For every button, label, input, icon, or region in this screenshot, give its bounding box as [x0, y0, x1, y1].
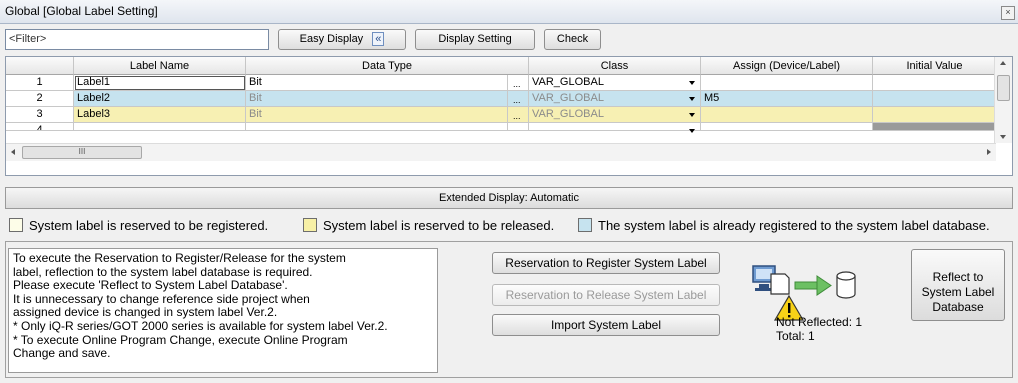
row-number: 4: [6, 123, 74, 131]
database-icon: [836, 271, 856, 299]
close-icon[interactable]: ×: [1001, 6, 1015, 20]
extended-display-bar[interactable]: Extended Display: Automatic: [5, 187, 1013, 209]
total-count: Total: 1: [776, 329, 815, 343]
legend-swatch-release: [303, 218, 317, 232]
cell-browse-button[interactable]: ...: [508, 107, 529, 123]
row-number: 3: [6, 107, 74, 123]
filter-input[interactable]: <Filter>: [5, 29, 269, 50]
message-line: * To execute Online Program Change, exec…: [13, 332, 348, 347]
release-system-label-button[interactable]: Reservation to Release System Label: [492, 284, 720, 306]
cell-class[interactable]: VAR_GLOBAL: [529, 107, 701, 123]
cell-browse-button[interactable]: [508, 123, 529, 131]
display-setting-button[interactable]: Display Setting: [415, 29, 535, 50]
dropdown-arrow-icon[interactable]: [689, 113, 695, 117]
easy-display-button[interactable]: Easy Display «: [278, 29, 406, 50]
cell-class[interactable]: VAR_GLOBAL: [529, 75, 701, 91]
message-line: * Only iQ-R series/GOT 2000 series is av…: [13, 318, 388, 333]
legend-swatch-registered: [578, 218, 592, 232]
cell-label-name[interactable]: Label2: [74, 91, 246, 107]
register-system-label-button[interactable]: Reservation to Register System Label: [492, 252, 720, 274]
column-header-assign[interactable]: Assign (Device/Label): [701, 57, 873, 75]
cell-browse-button[interactable]: ...: [508, 91, 529, 107]
horizontal-scrollbar[interactable]: III: [6, 143, 996, 161]
reflect-label-line: System Label: [921, 285, 995, 299]
collapse-chevron-icon: «: [372, 32, 385, 46]
column-header-label-name[interactable]: Label Name: [74, 57, 246, 75]
cell-assign[interactable]: [701, 75, 873, 91]
row-number: 1: [6, 75, 74, 91]
cell-initial-value[interactable]: [873, 91, 997, 107]
cell-initial-value[interactable]: [873, 75, 997, 91]
legend-registered: The system label is already registered t…: [578, 217, 990, 235]
cell-initial-value[interactable]: [873, 107, 997, 123]
message-line: To execute the Reservation to Register/R…: [13, 251, 346, 265]
document-icon: [770, 273, 790, 295]
dropdown-arrow-icon[interactable]: [689, 97, 695, 101]
legend-text-register: System label is reserved to be registere…: [29, 218, 269, 233]
message-line: Change and save.: [13, 346, 111, 361]
dropdown-arrow-icon[interactable]: [689, 129, 695, 133]
window-titlebar: Global [Global Label Setting] ×: [0, 0, 1018, 24]
reflect-label-line: Database: [932, 300, 984, 314]
arrow-right-icon: [794, 275, 832, 296]
legend-swatch-register: [9, 218, 23, 232]
legend-text-release: System label is reserved to be released.: [323, 218, 555, 233]
dropdown-arrow-icon[interactable]: [689, 81, 695, 85]
reflect-label-line: Reflect to: [932, 270, 984, 284]
column-header-data-type[interactable]: Data Type: [246, 57, 529, 75]
cell-label-name[interactable]: Label3: [74, 107, 246, 123]
easy-display-label: Easy Display: [299, 33, 364, 45]
legend-reserved-register: System label is reserved to be registere…: [9, 217, 268, 235]
cell-assign[interactable]: M5: [701, 91, 873, 107]
cell-label-name[interactable]: Label1: [74, 75, 246, 91]
cell-class[interactable]: [529, 123, 701, 131]
horizontal-scroll-thumb[interactable]: III: [22, 146, 142, 159]
cell-data-type[interactable]: Bit: [246, 91, 508, 107]
message-line: It is unnecessary to change reference si…: [13, 291, 310, 306]
cell-data-type[interactable]: Bit: [246, 107, 508, 123]
message-line: Please execute 'Reflect to System Label …: [13, 278, 288, 293]
cell-browse-button[interactable]: ...: [508, 75, 529, 91]
message-box: To execute the Reservation to Register/R…: [8, 248, 438, 373]
legend-reserved-release: System label is reserved to be released.: [303, 217, 554, 235]
scroll-up-icon[interactable]: [1000, 61, 1006, 65]
not-reflected-count: Not Reflected: 1: [776, 315, 863, 329]
check-button[interactable]: Check: [544, 29, 601, 50]
cell-data-type[interactable]: [246, 123, 508, 131]
legend-text-registered: The system label is already registered t…: [598, 218, 990, 233]
column-header-class[interactable]: Class: [529, 57, 701, 75]
scroll-down-icon[interactable]: [1000, 135, 1006, 139]
row-header-corner: [6, 57, 74, 75]
message-line: assigned device is changed in system lab…: [13, 305, 278, 320]
reflect-database-button[interactable]: Reflect to System Label Database: [911, 249, 1005, 321]
vertical-scroll-thumb[interactable]: [997, 75, 1010, 101]
import-system-label-button[interactable]: Import System Label: [492, 314, 720, 336]
vertical-scrollbar[interactable]: [994, 57, 1012, 143]
message-line: label, reflection to the system label da…: [13, 264, 313, 279]
cell-class[interactable]: VAR_GLOBAL: [529, 91, 701, 107]
cell-initial-value[interactable]: [873, 123, 997, 131]
cell-assign[interactable]: [701, 123, 873, 131]
column-header-initial-value[interactable]: Initial Value: [873, 57, 997, 75]
scroll-left-icon[interactable]: [11, 149, 15, 155]
scroll-right-icon[interactable]: [987, 149, 991, 155]
row-number: 2: [6, 91, 74, 107]
cell-label-name[interactable]: [74, 123, 246, 131]
cell-data-type[interactable]: Bit: [246, 75, 508, 91]
window-title: Global [Global Label Setting]: [5, 4, 158, 18]
label-table: Label Name Data Type Class Assign (Devic…: [5, 56, 1013, 176]
cell-assign[interactable]: [701, 107, 873, 123]
